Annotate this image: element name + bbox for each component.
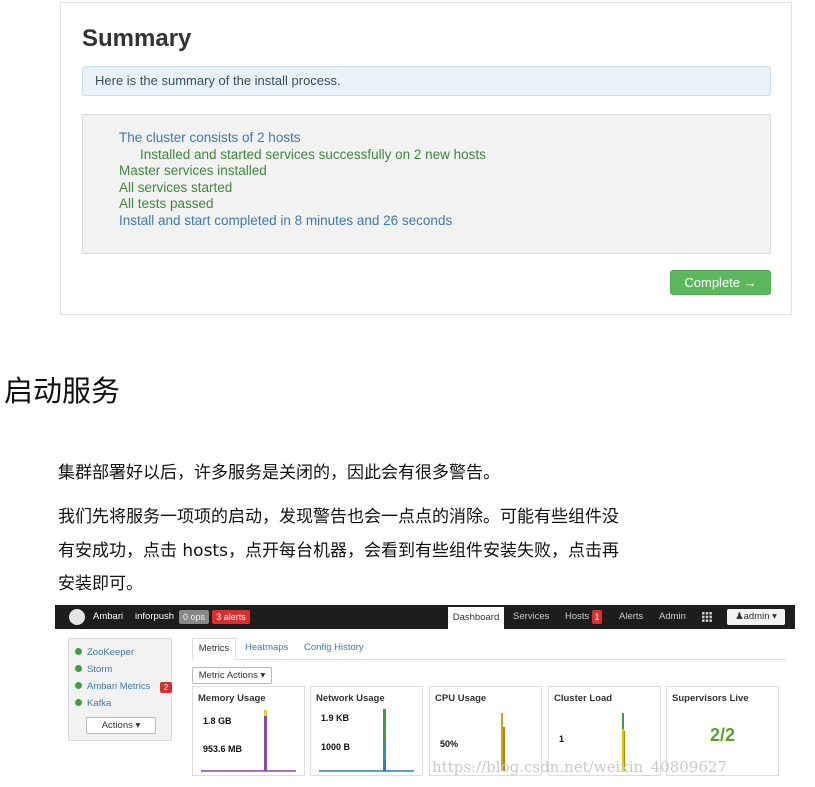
tab-heatmaps[interactable]: Heatmaps <box>245 642 288 653</box>
ambari-dashboard-screenshot: Ambari inforpush 0 ops 3 alerts Dashboar… <box>55 605 795 781</box>
top-navbar: Ambari inforpush 0 ops 3 alerts Dashboar… <box>55 605 795 629</box>
nav-admin[interactable]: Admin <box>659 611 686 622</box>
user-icon: ♟ <box>735 611 744 622</box>
service-actions-button[interactable]: Actions ▾ <box>86 717 156 734</box>
service-zookeeper[interactable]: ZooKeeper <box>75 647 134 658</box>
service-storm[interactable]: Storm <box>75 664 112 675</box>
status-ok-icon <box>75 681 82 689</box>
nav-services[interactable]: Services <box>513 611 549 622</box>
summary-title: Summary <box>82 25 192 52</box>
log-line: Master services installed <box>119 163 267 178</box>
nav-dashboard[interactable]: Dashboard <box>448 607 504 629</box>
paragraph: 我们先将服务一项项的启动，发现警告也会一点点的消除。可能有些组件没 <box>58 507 619 527</box>
widget-value: 1.8 GB <box>203 716 232 726</box>
network-sparkline <box>319 709 414 772</box>
service-ambari-metrics[interactable]: Ambari Metrics <box>75 681 150 692</box>
widget-value: 953.6 MB <box>203 744 243 754</box>
tab-metrics[interactable]: Metrics <box>192 638 236 660</box>
caret-down-icon: ▾ <box>257 670 266 681</box>
alerts-badge[interactable]: 3 alerts <box>212 610 250 624</box>
paragraph: 集群部署好以后，许多服务是关闭的，因此会有很多警告。 <box>58 463 500 483</box>
section-heading: 启动服务 <box>4 374 121 408</box>
grid-views-icon[interactable] <box>702 612 712 622</box>
widget-value: 1000 B <box>321 742 351 752</box>
widget-value: 1 <box>559 734 565 744</box>
service-label: Kafka <box>87 698 112 709</box>
service-label: Storm <box>87 664 113 675</box>
nav-alerts[interactable]: Alerts <box>619 611 643 622</box>
log-line: Installed and started services successfu… <box>140 147 486 162</box>
watermark: https://blog.csdn.net/weixin_40809627 <box>432 758 728 776</box>
status-ok-icon <box>75 698 82 706</box>
widget-title: Supervisors Live <box>672 693 749 704</box>
log-line: The cluster consists of 2 hosts <box>119 130 301 145</box>
hosts-alert-badge: 1 <box>592 610 602 624</box>
user-menu-label: admin <box>743 611 770 622</box>
widget-value: 50% <box>440 739 459 749</box>
summary-info-alert: Here is the summary of the install proce… <box>82 66 771 96</box>
cluster-name[interactable]: inforpush <box>135 611 174 622</box>
user-menu-button[interactable]: ♟admin ▾ <box>727 609 785 625</box>
metric-actions-label: Metric Actions <box>198 670 258 681</box>
widget-big-value: 2/2 <box>709 725 736 745</box>
ambari-logo-icon <box>69 609 85 625</box>
log-line: All services started <box>119 180 233 195</box>
paragraph: 有安成功，点击 hosts，点开每台机器，会看到有些组件安装失败，点击再 <box>58 541 619 561</box>
complete-button[interactable]: Complete → <box>670 270 771 295</box>
memory-usage-widget[interactable]: Memory Usage 1.8 GB 953.6 MB <box>192 686 305 776</box>
brand-name: Ambari <box>93 611 124 622</box>
actions-label: Actions <box>101 720 133 731</box>
log-line: All tests passed <box>119 196 214 211</box>
tab-config-history[interactable]: Config History <box>304 642 364 653</box>
network-usage-widget[interactable]: Network Usage 1.9 KB 1000 B <box>310 686 423 776</box>
status-ok-icon <box>75 664 82 672</box>
services-sidebar: ZooKeeper Storm Ambari Metrics 2 Kafka A… <box>68 638 172 741</box>
metric-actions-button[interactable]: Metric Actions ▾ <box>192 667 272 684</box>
service-kafka[interactable]: Kafka <box>75 698 111 709</box>
service-label: ZooKeeper <box>87 647 135 658</box>
memory-sparkline <box>201 710 296 772</box>
widget-value: 1.9 KB <box>321 713 350 723</box>
ops-badge[interactable]: 0 ops <box>179 610 209 624</box>
status-ok-icon <box>75 647 82 655</box>
service-alert-badge: 2 <box>160 682 172 693</box>
service-label: Ambari Metrics <box>87 681 151 692</box>
log-line: Install and start completed in 8 minutes… <box>119 213 453 228</box>
paragraph: 安装即可。 <box>58 574 143 594</box>
tabs-divider <box>192 659 786 660</box>
caret-down-icon: ▾ <box>132 720 141 731</box>
nav-hosts[interactable]: Hosts <box>565 611 589 622</box>
caret-down-icon: ▾ <box>769 611 777 622</box>
